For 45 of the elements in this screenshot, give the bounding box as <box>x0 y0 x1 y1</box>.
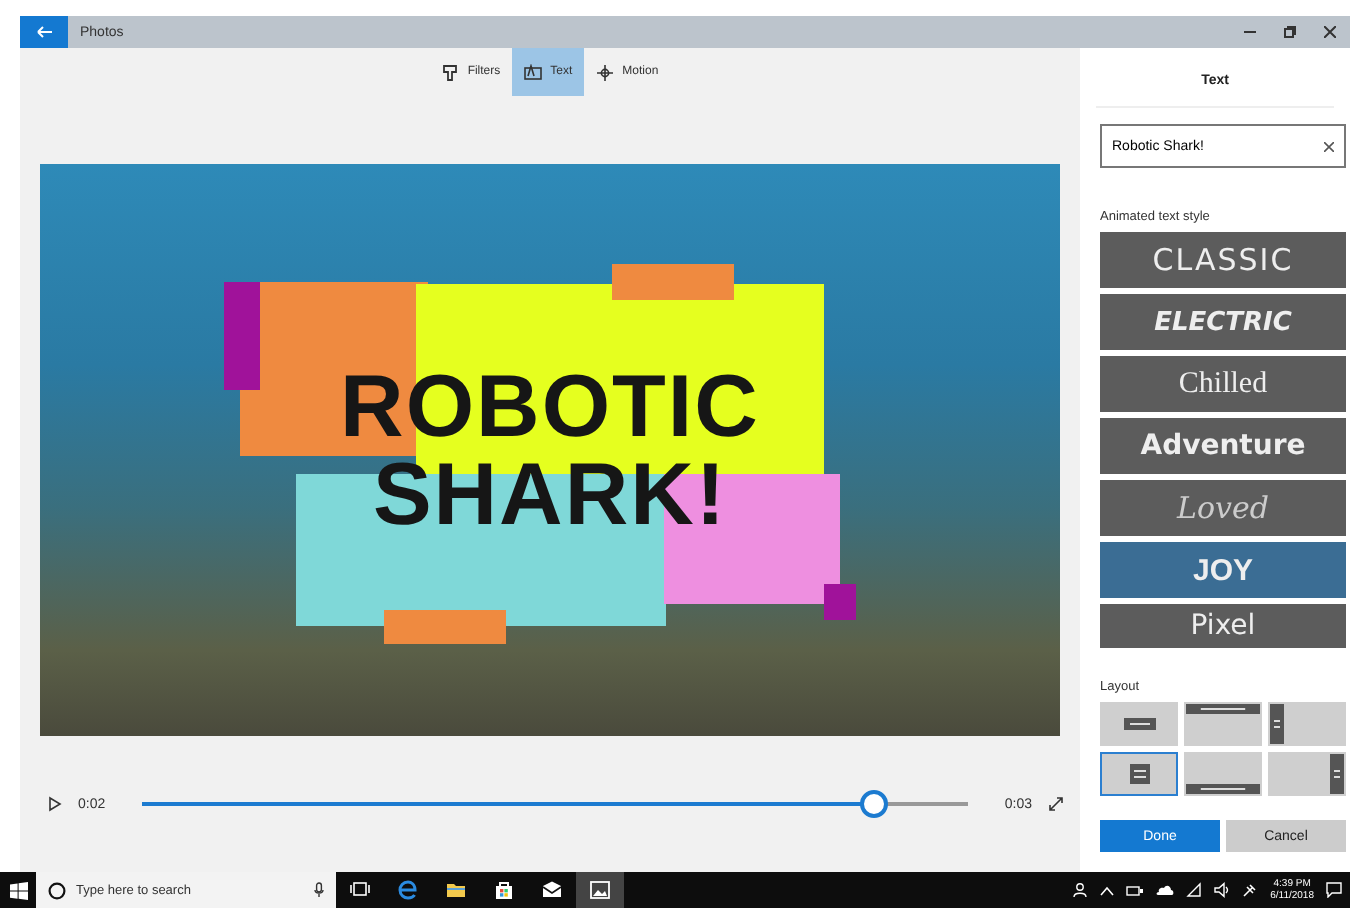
network-icon[interactable] <box>1186 882 1203 898</box>
text-style-option[interactable]: JOY <box>1100 542 1346 598</box>
minimize-icon[interactable] <box>1244 26 1256 38</box>
layout-preview-icon <box>1330 754 1344 794</box>
shopping-bag-icon <box>494 880 514 900</box>
cortana-circle-icon <box>48 881 66 899</box>
text-box-icon <box>524 63 543 81</box>
expand-icon[interactable] <box>1048 796 1064 812</box>
layout-preview-icon <box>1123 718 1155 730</box>
overlay-title: ROBOTIC <box>340 358 760 456</box>
play-icon[interactable] <box>48 796 62 812</box>
filter-icon <box>441 63 460 81</box>
pen-icon[interactable] <box>1242 882 1259 898</box>
folder-icon <box>446 880 466 900</box>
notification-icon[interactable] <box>1326 882 1342 898</box>
taskbar-app[interactable] <box>576 872 624 908</box>
back-arrow-icon <box>36 26 52 38</box>
back-button[interactable] <box>20 16 68 48</box>
microphone-icon[interactable] <box>314 882 324 898</box>
cloud-icon[interactable] <box>1156 884 1175 896</box>
clear-icon[interactable] <box>1324 141 1334 151</box>
text-style-option[interactable]: Pixel <box>1100 604 1346 648</box>
layout-preview-icon <box>1186 784 1260 794</box>
close-icon[interactable] <box>1324 26 1336 38</box>
layout-preview-icon <box>1270 704 1284 744</box>
envelope-icon <box>542 880 562 900</box>
chevron-up-icon[interactable] <box>1100 885 1115 895</box>
battery-icon[interactable] <box>1126 883 1145 897</box>
text-style-option[interactable]: ELECTRIC <box>1100 294 1346 350</box>
picture-icon <box>590 880 610 900</box>
layout-preview-icon <box>1186 704 1260 714</box>
move-arrows-icon <box>596 63 615 81</box>
layout-preview-icon <box>1129 764 1149 784</box>
task-view-icon <box>350 880 370 900</box>
speaker-icon[interactable] <box>1214 882 1231 898</box>
restore-icon[interactable] <box>1284 26 1296 38</box>
layout-option[interactable] <box>1100 752 1178 796</box>
text-style-option[interactable]: Chilled <box>1100 356 1346 412</box>
seek-thumb[interactable] <box>860 790 889 818</box>
text-style-option[interactable]: Loved <box>1100 480 1346 536</box>
text-style-option[interactable]: Adventure <box>1100 418 1346 474</box>
people-icon[interactable] <box>1072 882 1089 898</box>
windows-logo-icon[interactable] <box>9 881 27 899</box>
browser-e-icon <box>398 880 418 900</box>
text-style-option[interactable]: CLASSIC <box>1100 232 1346 288</box>
